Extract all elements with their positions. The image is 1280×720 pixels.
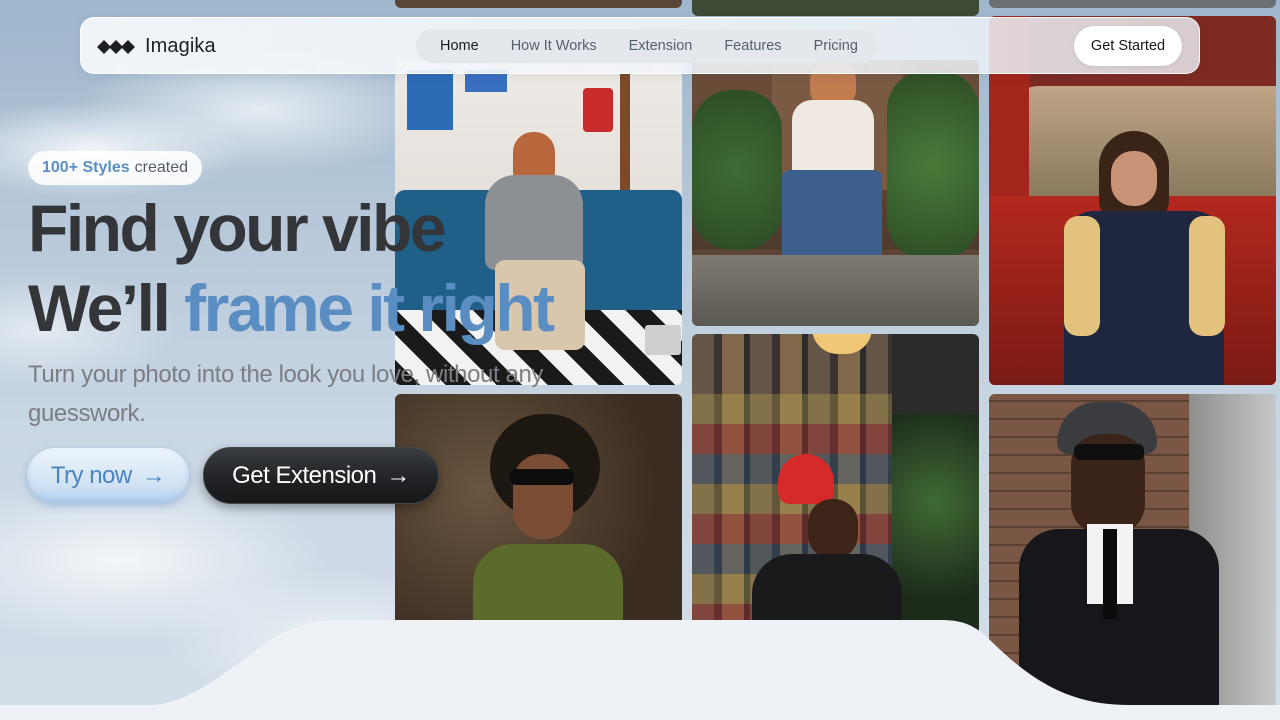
photo-man-poster-wall [692,334,979,634]
nav-item-pricing[interactable]: Pricing [814,38,858,54]
arrow-right-icon: → [141,461,166,489]
nav-menu: Home How It Works Extension Features Pri… [416,29,878,63]
photo-man-flat-cap-brick [989,394,1276,720]
try-now-button[interactable]: Try now → [27,448,189,503]
logo-diamonds-icon [97,39,135,54]
photo-woman-plants-steps [692,60,979,326]
badge-label: created [134,159,188,176]
nav-item-features[interactable]: Features [724,38,781,54]
arrow-right-icon: → [386,461,410,489]
nav-item-extension[interactable]: Extension [629,38,693,54]
headline-line-2: We’ll frame it right [28,275,555,341]
brand-logo[interactable]: Imagika [97,35,216,58]
top-navbar: Imagika Home How It Works Extension Feat… [80,17,1200,74]
get-extension-label: Get Extension [232,461,377,489]
headline-line-2-accent: frame it right [184,271,555,345]
photo-strip-top-center [692,0,979,16]
get-extension-button[interactable]: Get Extension → [203,447,439,504]
photo-strip-top-right [989,0,1276,8]
nav-item-how-it-works[interactable]: How It Works [511,38,597,54]
brand-name: Imagika [145,35,216,57]
try-now-label: Try now [50,461,132,489]
badge-count: 100+ Styles [42,159,130,176]
styles-badge: 100+ Styles created [28,151,202,185]
nav-item-home[interactable]: Home [440,38,479,54]
hero-subtitle: Turn your photo into the look you love, … [28,361,544,427]
headline-line-2-plain: We’ll [28,271,171,345]
headline-line-1: Find your vibe [28,191,447,265]
get-started-button[interactable]: Get Started [1074,26,1182,66]
photo-strip-top-left [395,0,682,8]
